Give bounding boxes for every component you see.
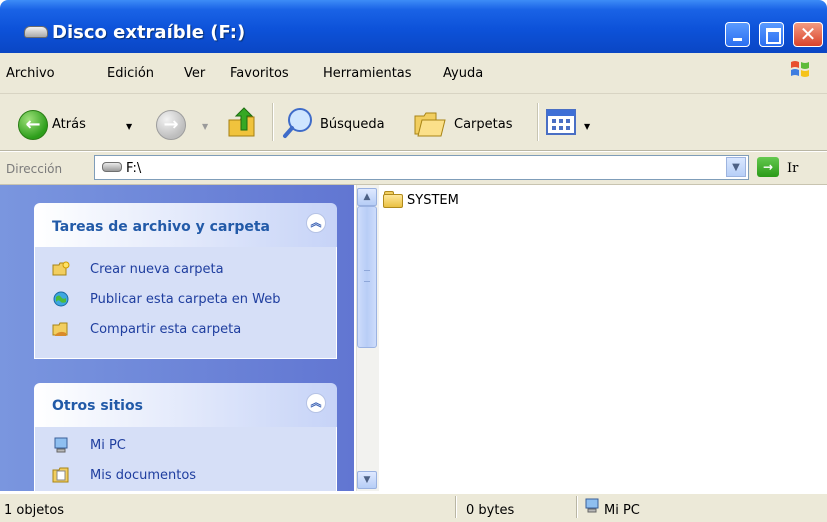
toolbar-separator [272,103,274,141]
forward-dropdown-icon[interactable]: ▼ [202,122,208,131]
window-title: Disco extraíble (F:) [52,22,246,43]
menu-favoritos[interactable]: Favoritos [230,66,289,81]
minimize-button[interactable] [725,22,750,47]
share-folder-link[interactable]: Compartir esta carpeta [90,322,241,337]
new-folder-icon [52,261,70,276]
close-button[interactable]: ✕ [793,22,823,47]
go-arrow-icon[interactable]: → [757,157,779,177]
folders-button[interactable]: Carpetas [454,117,512,132]
status-objects: 1 objetos [4,503,65,518]
status-size: 0 bytes [466,503,515,518]
search-icon[interactable] [282,106,316,140]
back-label[interactable]: Atrás [52,117,86,132]
my-documents-link[interactable]: Mis documentos [90,468,196,483]
menu-edicion[interactable]: Edición [107,66,154,81]
scroll-grip [364,270,370,282]
views-icon[interactable] [546,109,576,135]
folder-icon[interactable] [383,194,403,208]
status-separator [455,496,457,518]
file-item-system[interactable]: SYSTEM [407,193,459,208]
go-button[interactable]: Ir [787,161,798,176]
removable-drive-icon [102,162,122,172]
publish-web-icon [53,291,69,307]
folders-icon[interactable] [412,106,448,140]
collapse-icon[interactable]: ︽ [306,213,326,233]
chevron-down-icon[interactable]: ▼ [726,157,746,177]
scroll-down-icon[interactable]: ▼ [357,471,377,489]
status-location: Mi PC [604,503,640,518]
menu-herramientas[interactable]: Herramientas [323,66,412,81]
forward-button[interactable]: → [156,110,186,140]
publish-web-link[interactable]: Publicar esta carpeta en Web [90,292,281,307]
search-button[interactable]: Búsqueda [320,117,385,132]
status-bar [0,493,827,522]
other-places-title[interactable]: Otros sitios [52,398,143,414]
windows-logo-icon [791,61,809,77]
file-tasks-title[interactable]: Tareas de archivo y carpeta [52,219,270,235]
address-label: Dirección [6,162,63,176]
address-field[interactable] [94,155,749,180]
back-dropdown-icon[interactable]: ▼ [126,122,132,131]
forward-arrow-icon: → [163,114,179,135]
removable-drive-icon [24,26,48,38]
address-value[interactable]: F:\ [126,161,141,176]
up-folder-icon[interactable] [226,106,258,140]
share-folder-icon [52,322,68,336]
computer-icon [54,437,68,453]
toolbar-separator [537,103,539,141]
menu-archivo[interactable]: Archivo [6,66,55,81]
menu-ayuda[interactable]: Ayuda [443,66,483,81]
collapse-icon[interactable]: ︽ [306,393,326,413]
computer-icon [585,498,599,513]
scroll-up-icon[interactable]: ▲ [357,188,377,206]
back-button[interactable]: ← [18,110,48,140]
maximize-button[interactable] [759,22,784,47]
menu-ver[interactable]: Ver [184,66,205,81]
mipc-link[interactable]: Mi PC [90,438,126,453]
status-separator [576,496,578,518]
views-dropdown-icon[interactable]: ▼ [584,122,590,131]
documents-icon [52,467,69,483]
new-folder-link[interactable]: Crear nueva carpeta [90,262,224,277]
close-icon: ✕ [799,22,817,46]
back-arrow-icon: ← [25,114,41,135]
